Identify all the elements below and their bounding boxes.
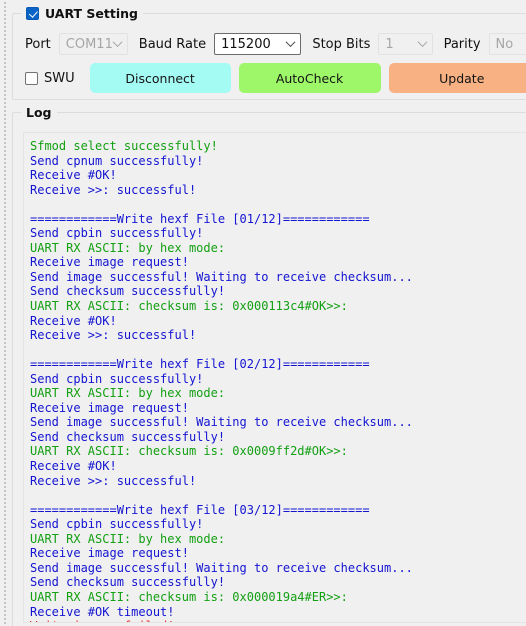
uart-setting-title: UART Setting	[45, 6, 138, 21]
swu-checkbox[interactable]	[25, 71, 38, 85]
log-line: Receive image request!	[30, 400, 189, 415]
panel-splitter-handle[interactable]	[0, 0, 11, 626]
log-line: UART RX ASCII: by hex mode:	[30, 240, 226, 255]
log-line: ============Write hexf File [03/12]=====…	[30, 502, 370, 517]
log-output-area[interactable]: Sfmod select successfully! Send cpnum suc…	[23, 132, 526, 623]
log-line: Receive #OK!	[30, 459, 117, 474]
log-line: Receive >>: successful!	[30, 182, 197, 197]
log-line: Send image successful! Waiting to receiv…	[30, 560, 413, 575]
stop-bits-combobox[interactable]: 1	[378, 33, 433, 55]
parity-label: Parity	[443, 36, 481, 52]
stop-bits-label: Stop Bits	[312, 36, 371, 52]
chevron-down-icon	[285, 37, 296, 48]
parity-combobox[interactable]: No	[488, 33, 526, 55]
log-line: Sfmod select successfully!	[30, 139, 218, 153]
chevron-down-icon	[112, 37, 123, 48]
stop-bits-value: 1	[385, 36, 394, 52]
log-line: Receive image request!	[30, 546, 189, 561]
log-line: UART RX ASCII: checksum is: 0x000019a4#E…	[30, 589, 348, 604]
baud-rate-label: Baud Rate	[138, 36, 207, 52]
autocheck-button[interactable]: AutoCheck	[238, 63, 381, 93]
log-line: Write images failed!	[30, 619, 526, 622]
swu-label: SWU	[44, 70, 75, 86]
log-line: Receive >>: successful!	[30, 473, 197, 488]
log-line: Send checksum successfully!	[30, 284, 226, 299]
uart-setting-group: UART Setting Port COM11 Baud Rate 115200…	[12, 5, 526, 100]
log-title: Log	[26, 105, 52, 120]
log-line: UART RX ASCII: by hex mode:	[30, 531, 226, 546]
log-line: Send cpbin successfully!	[30, 371, 204, 386]
log-line: UART RX ASCII: checksum is: 0x0009ff2d#O…	[30, 444, 348, 459]
log-legend: Log	[21, 104, 57, 121]
log-line: Receive #OK!	[30, 168, 117, 183]
log-line: Receive >>: successful!	[30, 328, 197, 343]
parity-value: No	[495, 36, 514, 52]
swu-checkbox-wrap[interactable]: SWU	[25, 70, 75, 86]
uart-setting-enable-checkbox[interactable]	[26, 7, 39, 20]
log-line: Send image successful! Waiting to receiv…	[30, 415, 413, 430]
chevron-down-icon	[417, 37, 428, 48]
log-line: Send checksum successfully!	[30, 429, 226, 444]
port-value: COM11	[65, 36, 113, 52]
log-line: Send checksum successfully!	[30, 575, 226, 590]
uart-setting-legend: UART Setting	[21, 5, 143, 22]
disconnect-button[interactable]: Disconnect	[89, 63, 231, 93]
uart-tool-window: UART Setting Port COM11 Baud Rate 115200…	[0, 0, 526, 626]
uart-actions-row: SWU Disconnect AutoCheck Update	[13, 61, 526, 95]
update-button[interactable]: Update	[388, 63, 526, 93]
port-label: Port	[25, 36, 51, 52]
log-line: Receive #OK!	[30, 313, 117, 328]
log-line: ============Write hexf File [02/12]=====…	[30, 357, 370, 372]
uart-controls-row: Port COM11 Baud Rate 115200 Stop Bits 1 …	[13, 31, 526, 57]
log-line: Send image successful! Waiting to receiv…	[30, 269, 413, 284]
log-line: Receive image request!	[30, 255, 189, 270]
log-lines-container: Sfmod select successfully! Send cpnum suc…	[30, 139, 526, 622]
log-line: Receive #OK timeout!	[30, 604, 175, 619]
log-line: UART RX ASCII: by hex mode:	[30, 386, 226, 401]
splitter-grip-dots	[3, 0, 8, 626]
baud-rate-combobox[interactable]: 115200	[214, 33, 302, 55]
log-line: Send cpnum successfully!	[30, 153, 204, 168]
log-line: ============Write hexf File [01/12]=====…	[30, 211, 370, 226]
port-combobox[interactable]: COM11	[58, 33, 128, 55]
baud-rate-value: 115200	[221, 36, 271, 52]
log-line: Send cpbin successfully!	[30, 517, 204, 532]
log-group: Log Sfmod select successfully! Send cpnum…	[12, 104, 526, 626]
log-line: Send cpbin successfully!	[30, 226, 204, 241]
log-line: UART RX ASCII: checksum is: 0x000113c4#O…	[30, 299, 348, 314]
